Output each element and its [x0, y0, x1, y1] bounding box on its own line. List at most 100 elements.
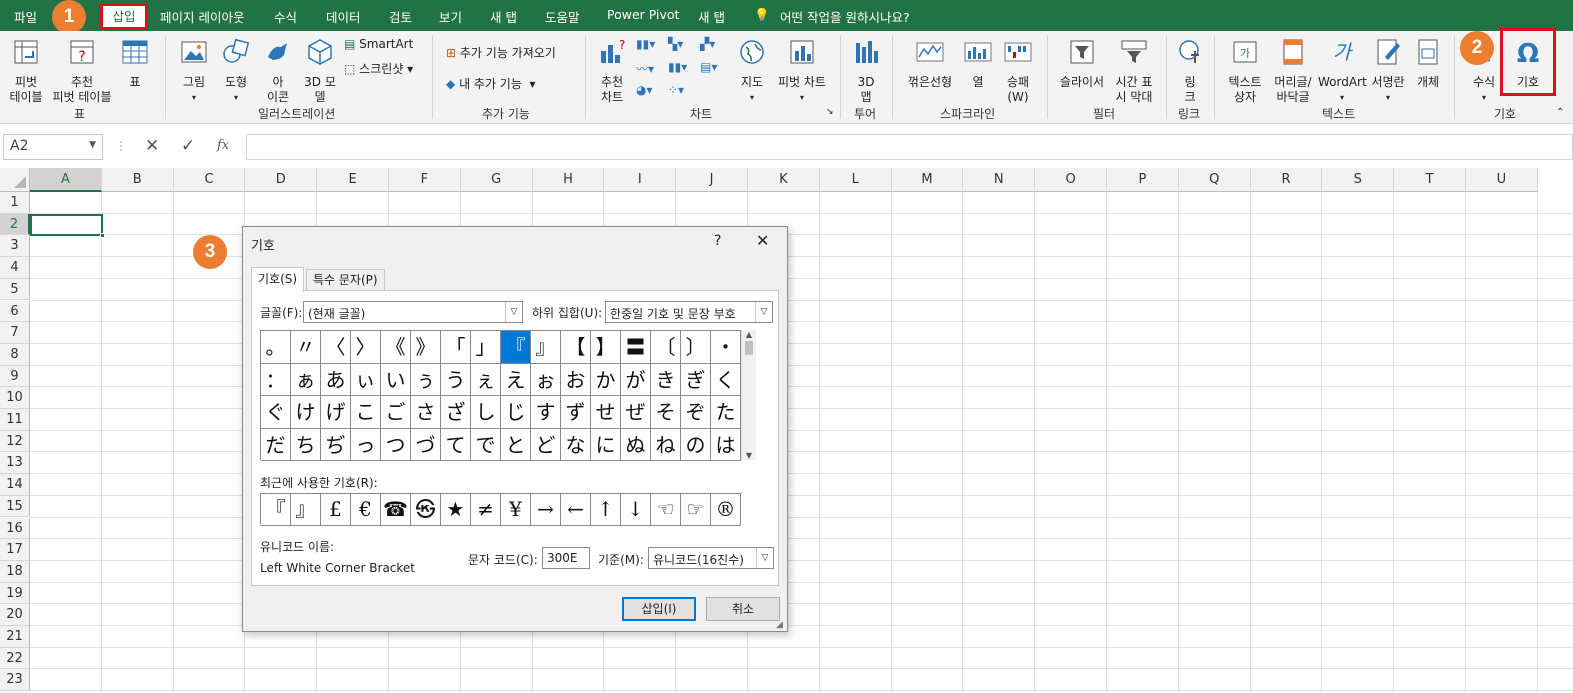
- row-header-20[interactable]: 20: [0, 604, 30, 626]
- select-all-corner[interactable]: [0, 168, 30, 192]
- recent-symbol-cell[interactable]: ☞: [681, 494, 711, 526]
- symbol-cell[interactable]: だ: [261, 428, 291, 461]
- row-header-5[interactable]: 5: [0, 278, 30, 301]
- tab-symbols[interactable]: 기호(S): [251, 267, 305, 292]
- column-header-k[interactable]: K: [748, 168, 820, 192]
- symbol-cell[interactable]: ざ: [441, 396, 471, 429]
- sparkline-line-button[interactable]: 꺾은선형: [902, 37, 958, 90]
- charts-dialog-launcher[interactable]: ↘: [826, 107, 834, 117]
- my-addins-button[interactable]: ◆ 내 추가 기능 ▾: [446, 75, 536, 92]
- row-header-3[interactable]: 3: [0, 235, 30, 258]
- recent-symbol-cell[interactable]: ☎: [381, 494, 411, 526]
- insert-button[interactable]: 삽입(I): [622, 597, 696, 621]
- pivot-chart-button[interactable]: 피벗 차트 ▾: [772, 37, 832, 105]
- row-header-8[interactable]: 8: [0, 343, 30, 366]
- symbol-cell[interactable]: ぢ: [321, 428, 351, 461]
- close-button[interactable]: ✕: [756, 231, 769, 250]
- scatter-chart-button[interactable]: ⁘▾: [668, 83, 684, 97]
- symbol-cell[interactable]: い: [381, 363, 411, 396]
- menu-insert[interactable]: 삽입: [103, 6, 145, 27]
- maps-button[interactable]: 지도 ▾: [734, 37, 770, 105]
- 3d-models-button[interactable]: 3D 모 델: [300, 37, 340, 105]
- fill-handle[interactable]: [100, 233, 105, 238]
- menu-insert-highlight[interactable]: 삽입: [100, 3, 148, 30]
- recent-symbol-cell[interactable]: 』: [291, 494, 321, 526]
- formula-input[interactable]: [246, 134, 1573, 160]
- row-header-10[interactable]: 10: [0, 387, 30, 409]
- recommended-pivot-button[interactable]: ? 추천 피벗 테이블: [52, 37, 112, 105]
- row-header-11[interactable]: 11: [0, 409, 30, 431]
- symbol-cell[interactable]: く: [711, 363, 741, 396]
- symbol-cell[interactable]: ち: [291, 428, 321, 461]
- recommended-charts-button[interactable]: ? 추천 차트: [594, 37, 630, 105]
- menu-new-tab-2[interactable]: 새 탭: [698, 7, 725, 26]
- symbol-cell[interactable]: し: [471, 396, 501, 429]
- slicer-button[interactable]: 슬라이서: [1056, 37, 1108, 90]
- column-chart-button[interactable]: ▮▮▾: [636, 37, 655, 51]
- char-code-input[interactable]: 300E: [542, 547, 590, 569]
- font-select[interactable]: (현재 글꼴) ▽: [303, 301, 523, 323]
- symbol-cell[interactable]: 〓: [621, 331, 651, 364]
- recent-symbol-cell[interactable]: ≠: [471, 494, 501, 526]
- symbol-grid[interactable]: 。〃〈〉《》「」『』【】〓〔〕・ ：ぁあぃいぅうぇえぉおかがきぎくぐけげこごさざし…: [260, 330, 756, 461]
- timeline-button[interactable]: 시간 표 시 막대: [1110, 37, 1158, 105]
- column-header-r[interactable]: R: [1250, 168, 1323, 192]
- symbol-cell[interactable]: ぎ: [681, 363, 711, 396]
- symbol-cell[interactable]: ぜ: [621, 396, 651, 429]
- column-header-f[interactable]: F: [389, 168, 461, 192]
- symbol-cell[interactable]: ぐ: [261, 396, 291, 429]
- symbol-cell[interactable]: 【: [561, 331, 591, 364]
- symbol-cell[interactable]: ぇ: [471, 363, 501, 396]
- column-header-n[interactable]: N: [963, 168, 1036, 192]
- symbol-cell[interactable]: 〉: [351, 331, 381, 364]
- symbol-cell[interactable]: ぁ: [291, 363, 321, 396]
- header-footer-button[interactable]: 머리글/ 바닥글: [1270, 37, 1316, 105]
- menu-file[interactable]: 파일: [14, 7, 37, 26]
- link-button[interactable]: 링 크: [1172, 37, 1208, 105]
- combo-chart-button[interactable]: ▤▾: [700, 60, 717, 74]
- confirm-entry-icon[interactable]: ✓: [181, 136, 195, 156]
- symbol-cell[interactable]: げ: [321, 396, 351, 429]
- signature-line-button[interactable]: 서명란 ▾: [1368, 37, 1408, 105]
- row-header-23[interactable]: 23: [0, 669, 30, 692]
- icons-button[interactable]: 아 이콘: [260, 37, 296, 105]
- symbol-cell[interactable]: ぞ: [681, 396, 711, 429]
- symbol-cell[interactable]: は: [711, 428, 741, 461]
- help-button[interactable]: ?: [714, 233, 721, 249]
- symbol-cell[interactable]: っ: [351, 428, 381, 461]
- column-header-j[interactable]: J: [676, 168, 748, 192]
- chevron-down-icon[interactable]: ▽: [505, 302, 522, 322]
- symbol-cell[interactable]: 〈: [321, 331, 351, 364]
- column-header-h[interactable]: H: [532, 168, 605, 192]
- scroll-down-icon[interactable]: ▼: [742, 451, 756, 460]
- symbol-cell[interactable]: う: [441, 363, 471, 396]
- row-header-15[interactable]: 15: [0, 495, 30, 518]
- waterfall-chart-button[interactable]: ▮▮▾: [668, 60, 687, 74]
- statistic-chart-button[interactable]: ▞▾: [700, 37, 715, 51]
- row-header-21[interactable]: 21: [0, 626, 30, 648]
- subset-select[interactable]: 한중일 기호 및 문장 부호 ▽: [605, 301, 773, 323]
- sparkline-column-button[interactable]: 열: [960, 37, 996, 90]
- symbol-cell[interactable]: こ: [351, 396, 381, 429]
- wordart-button[interactable]: 가 WordArt ▾: [1318, 37, 1367, 105]
- column-header-d[interactable]: D: [245, 168, 318, 192]
- symbol-cell[interactable]: じ: [501, 396, 531, 429]
- column-header-q[interactable]: Q: [1178, 168, 1251, 192]
- row-header-13[interactable]: 13: [0, 452, 30, 475]
- symbol-cell[interactable]: ・: [711, 331, 741, 364]
- symbol-cell[interactable]: 〃: [291, 331, 321, 364]
- symbol-cell[interactable]: 〔: [651, 331, 681, 364]
- column-header-a[interactable]: A: [30, 168, 102, 192]
- symbol-cell[interactable]: ね: [651, 428, 681, 461]
- column-header-t[interactable]: T: [1394, 168, 1466, 192]
- cancel-entry-icon[interactable]: ✕: [145, 136, 159, 156]
- row-header-6[interactable]: 6: [0, 300, 30, 323]
- symbol-cell[interactable]: ぅ: [411, 363, 441, 396]
- table-button[interactable]: 표: [118, 37, 152, 90]
- symbol-cell[interactable]: 。: [261, 331, 291, 364]
- object-button[interactable]: 개체: [1410, 37, 1446, 90]
- screenshot-button[interactable]: ⬚ 스크린샷 ▾: [344, 60, 413, 77]
- symbol-cell[interactable]: ぉ: [531, 363, 561, 396]
- column-header-u[interactable]: U: [1466, 168, 1538, 192]
- pie-chart-button[interactable]: ◕▾: [636, 83, 653, 97]
